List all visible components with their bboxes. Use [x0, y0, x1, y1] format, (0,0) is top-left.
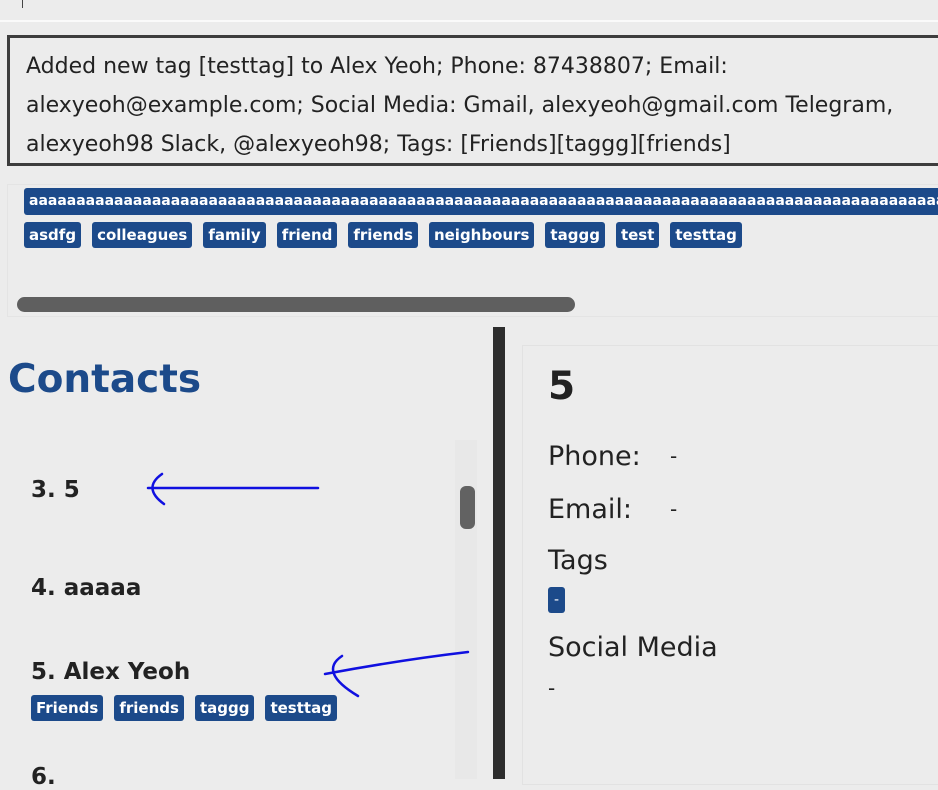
detail-email-label: Email: [548, 494, 633, 525]
contact-detail-panel: 5 Phone: - Email: - Tags - Social Media … [522, 345, 938, 785]
result-display: Added new tag [testtag] to Alex Yeoh; Ph… [7, 35, 938, 166]
contact-item-5[interactable]: 5. Alex Yeoh [31, 659, 190, 685]
result-message: Added new tag [testtag] to Alex Yeoh; Ph… [26, 54, 894, 157]
command-input[interactable] [0, 0, 938, 22]
tag-row: asdfg colleagues family friend friends n… [24, 222, 742, 248]
detail-name: 5 [548, 364, 576, 409]
tag-chip: testtag [265, 695, 337, 721]
tag-chip: taggg [194, 695, 255, 721]
detail-tags-label: Tags [548, 545, 608, 576]
detail-phone-value: - [670, 444, 678, 468]
tag-chip-long[interactable]: aaaaaaaaaaaaaaaaaaaaaaaaaaaaaaaaaaaaaaaa… [24, 188, 938, 215]
horizontal-scrollbar-thumb[interactable] [17, 297, 575, 312]
tag-chip[interactable]: colleagues [92, 222, 193, 248]
tag-chip: Friends [31, 695, 104, 721]
contacts-scrollbar-thumb[interactable] [460, 486, 475, 529]
detail-phone-label: Phone: [548, 441, 641, 472]
tag-chip[interactable]: friends [348, 222, 418, 248]
contacts-title: Contacts [8, 357, 202, 402]
tag-chip[interactable]: neighbours [428, 222, 535, 248]
contact-item-4[interactable]: 4. aaaaa [31, 575, 141, 601]
detail-tag-chip: - [548, 587, 565, 613]
annotation-arrow-2 [323, 650, 470, 698]
contact-item-3[interactable]: 3. 5 [31, 477, 80, 503]
tag-chip[interactable]: asdfg [24, 222, 82, 248]
tag-chip[interactable]: friend [276, 222, 338, 248]
panel-divider[interactable] [493, 327, 505, 779]
contact-item-6[interactable]: 6. [31, 764, 56, 790]
tag-bar[interactable]: aaaaaaaaaaaaaaaaaaaaaaaaaaaaaaaaaaaaaaaa… [7, 184, 938, 317]
detail-social-label: Social Media [548, 632, 718, 663]
tag-chip[interactable]: family [203, 222, 266, 248]
text-caret [22, 0, 23, 8]
tag-chip[interactable]: taggg [545, 222, 605, 248]
annotation-arrow-1 [146, 472, 320, 506]
detail-email-value: - [670, 497, 678, 521]
tag-chip: friends [114, 695, 184, 721]
tag-chip[interactable]: testtag [670, 222, 742, 248]
detail-social-value: - [548, 676, 556, 700]
contact-item-5-tags: Friends friends taggg testtag [31, 695, 337, 721]
tag-chip[interactable]: test [615, 222, 660, 248]
